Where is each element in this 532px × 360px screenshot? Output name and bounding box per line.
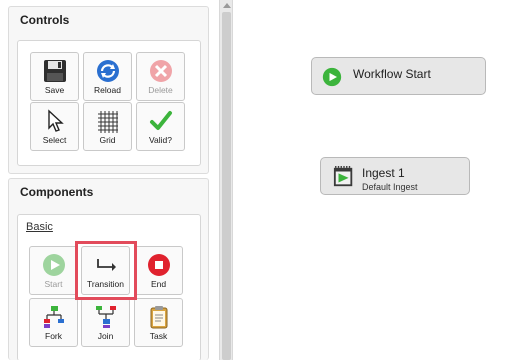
save-icon [44,60,66,82]
workflow-start-node[interactable]: Workflow Start [311,57,486,95]
components-title: Components [20,185,94,199]
ingest-icon [333,166,353,187]
task-label: Task [149,331,168,341]
cursor-icon [48,109,64,132]
fork-label: Fork [45,331,62,341]
ingest-subtitle: Default Ingest [362,182,418,192]
start-label: Start [44,279,63,289]
save-button[interactable]: Save [30,52,79,101]
task-icon [150,306,168,329]
grid-label: Grid [99,135,116,145]
valid-button[interactable]: Valid? [136,102,185,151]
reload-button[interactable]: Reload [83,52,132,101]
controls-title: Controls [20,13,70,27]
transition-highlight [75,241,137,300]
join-icon [96,306,116,328]
basic-group-link[interactable]: Basic [26,221,53,233]
reload-label: Reload [94,85,121,95]
sidebar: Controls Save Reload Delete Select Grid … [0,0,245,360]
valid-label: Valid? [149,135,172,145]
checkmark-icon [150,111,172,130]
end-component[interactable]: End [134,246,183,295]
grid-icon [98,111,118,133]
join-label: Join [97,331,114,341]
join-component[interactable]: Join [81,298,130,347]
end-icon [148,254,170,276]
controls-inner: Save Reload Delete Select Grid Valid? [17,40,201,166]
select-label: Select [42,135,67,145]
grid-button[interactable]: Grid [83,102,132,151]
sidebar-scrollbar[interactable] [219,0,233,360]
start-icon [43,254,65,276]
scrollbar-thumb[interactable] [222,12,231,360]
delete-button[interactable]: Delete [136,52,185,101]
workflow-canvas[interactable]: Workflow Start Ingest 1 Default Ingest [245,0,532,360]
ingest-title: Ingest 1 [362,166,405,180]
end-label: End [150,279,167,289]
task-component[interactable]: Task [134,298,183,347]
delete-label: Delete [148,85,173,95]
reload-icon [97,60,119,82]
play-icon [322,67,342,87]
workflow-start-title: Workflow Start [353,67,431,81]
start-component[interactable]: Start [29,246,78,295]
select-button[interactable]: Select [30,102,79,151]
ingest-node[interactable]: Ingest 1 Default Ingest [320,157,470,195]
fork-icon [44,306,64,328]
save-label: Save [44,85,65,95]
fork-component[interactable]: Fork [29,298,78,347]
scroll-up-arrow[interactable] [223,3,231,8]
controls-panel: Controls Save Reload Delete Select Grid … [8,6,209,174]
delete-icon [150,60,172,82]
